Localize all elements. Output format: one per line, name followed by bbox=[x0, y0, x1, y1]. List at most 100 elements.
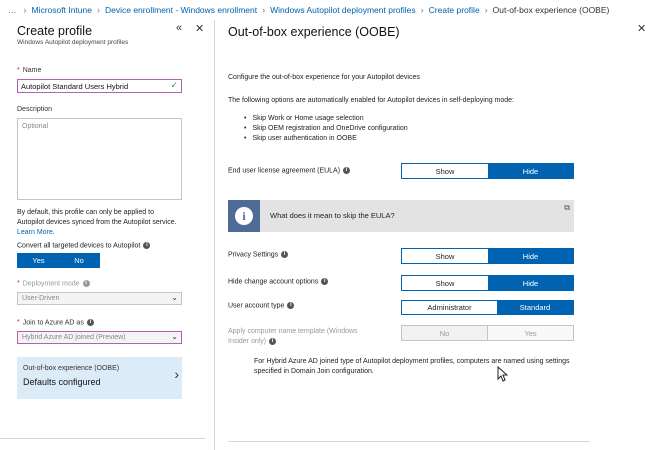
hide-change-account-toggle: Show Hide bbox=[401, 275, 574, 291]
oobe-item-title: Out-of-box experience (OOBE) bbox=[23, 365, 120, 372]
user-account-type-toggle: Administrator Standard bbox=[401, 300, 574, 315]
checkmark-icon: ✓ bbox=[170, 80, 178, 90]
eula-label-text: End user license agreement (EULA) bbox=[228, 167, 341, 175]
autopilot-info-body: By default, this profile can only be app… bbox=[17, 209, 177, 226]
info-icon[interactable]: i bbox=[82, 280, 90, 287]
hide-change-account-label-text: Hide change account options bbox=[228, 278, 319, 286]
info-icon[interactable]: i bbox=[287, 302, 295, 309]
privacy-show-option[interactable]: Show bbox=[402, 249, 488, 263]
deployment-mode-value: User-Driven bbox=[22, 295, 60, 302]
name-field[interactable]: Autopilot Standard Users Hybrid ✓ bbox=[17, 79, 182, 93]
required-marker: * bbox=[17, 319, 20, 327]
eula-show-option[interactable]: Show bbox=[402, 164, 488, 178]
info-icon: i bbox=[228, 200, 260, 232]
standard-option[interactable]: Standard bbox=[497, 301, 573, 314]
eula-hide-option[interactable]: Hide bbox=[488, 164, 573, 178]
administrator-option[interactable]: Administrator bbox=[402, 301, 497, 314]
breadcrumb-device-enrollment[interactable]: Device enrollment - Windows enrollment bbox=[105, 5, 257, 15]
eula-info-banner[interactable]: i What does it mean to skip the EULA? ⧉ bbox=[228, 200, 574, 232]
name-field-value: Autopilot Standard Users Hybrid bbox=[21, 82, 129, 91]
breadcrumb-current: Out-of-box experience (OOBE) bbox=[492, 5, 610, 15]
info-icon[interactable]: i bbox=[343, 167, 351, 174]
deployment-mode-label: * Deployment mode i bbox=[17, 280, 90, 287]
close-icon[interactable]: ✕ bbox=[195, 22, 204, 35]
join-label: * Join to Azure AD as i bbox=[17, 319, 94, 326]
info-icon[interactable]: i bbox=[281, 251, 289, 258]
privacy-hide-option[interactable]: Hide bbox=[488, 249, 573, 263]
blade-title: Create profile bbox=[17, 24, 93, 38]
oobe-item-value: Defaults configured bbox=[23, 377, 101, 387]
required-marker: * bbox=[17, 280, 20, 288]
eula-label: End user license agreement (EULA) i bbox=[228, 167, 351, 175]
computer-name-template-label: Apply computer name template (Windows In… bbox=[228, 327, 358, 347]
auto-enabled-list: Skip Work or Home usage selection Skip O… bbox=[244, 114, 408, 144]
join-value: Hybrid Azure AD joined (Preview) bbox=[22, 334, 126, 341]
blade-subtitle: Windows Autopilot deployment profiles bbox=[17, 39, 129, 46]
privacy-label-text: Privacy Settings bbox=[228, 251, 279, 259]
breadcrumb-autopilot-profiles[interactable]: Windows Autopilot deployment profiles bbox=[270, 5, 416, 15]
breadcrumb: … › Microsoft Intune › Device enrollment… bbox=[0, 0, 652, 20]
text-cursor-icon bbox=[497, 366, 508, 382]
breadcrumb-separator: › bbox=[484, 5, 488, 15]
join-label-text: Join to Azure AD as bbox=[22, 319, 84, 327]
convert-label-text: Convert all targeted devices to Autopilo… bbox=[17, 242, 141, 250]
user-account-type-label-text: User account type bbox=[228, 302, 285, 310]
chevron-down-icon: ⌄ bbox=[171, 332, 178, 341]
chevron-right-icon: › bbox=[174, 366, 179, 382]
deployment-mode-label-text: Deployment mode bbox=[22, 280, 80, 288]
breadcrumb-separator: › bbox=[262, 5, 266, 15]
breadcrumb-separator: › bbox=[23, 5, 27, 15]
breadcrumb-separator: › bbox=[420, 5, 424, 15]
convert-no-option[interactable]: No bbox=[59, 254, 99, 267]
join-select[interactable]: Hybrid Azure AD joined (Preview) ⌄ bbox=[17, 331, 182, 344]
info-icon-glyph: i bbox=[235, 207, 253, 225]
oobe-blade-title: Out-of-box experience (OOBE) bbox=[228, 25, 400, 39]
list-item: Skip Work or Home usage selection bbox=[244, 114, 408, 124]
privacy-label: Privacy Settings i bbox=[228, 251, 289, 259]
hide-change-show-option[interactable]: Show bbox=[402, 276, 488, 290]
info-icon[interactable]: i bbox=[86, 319, 94, 326]
divider bbox=[228, 441, 590, 442]
computer-name-no-option: No bbox=[402, 326, 488, 340]
info-icon[interactable]: i bbox=[269, 337, 277, 345]
computer-name-yes-option: Yes bbox=[488, 326, 573, 340]
learn-more-link[interactable]: Learn More. bbox=[17, 229, 55, 236]
convert-toggle: Yes No bbox=[17, 253, 100, 268]
description-placeholder: Optional bbox=[22, 123, 49, 130]
computer-name-template-toggle: No Yes bbox=[401, 325, 574, 341]
external-link-icon: ⧉ bbox=[564, 203, 570, 212]
breadcrumb-separator: › bbox=[96, 5, 100, 15]
close-icon[interactable]: ✕ bbox=[637, 22, 646, 35]
hybrid-note: For Hybrid Azure AD joined type of Autop… bbox=[254, 358, 570, 375]
create-profile-blade: Create profile Windows Autopilot deploym… bbox=[0, 20, 215, 450]
info-icon[interactable]: i bbox=[321, 278, 329, 285]
user-account-type-label: User account type i bbox=[228, 302, 295, 310]
chevron-down-icon: ⌄ bbox=[171, 293, 178, 302]
eula-banner-text: What does it mean to skip the EULA? bbox=[270, 211, 395, 220]
eula-toggle: Show Hide bbox=[401, 163, 574, 179]
oobe-intro: Configure the out-of-box experience for … bbox=[228, 74, 420, 81]
computer-name-label-line1: Apply computer name template (Windows bbox=[228, 328, 358, 335]
list-item: Skip OEM registration and OneDrive confi… bbox=[244, 124, 407, 134]
collapse-icon[interactable]: « bbox=[176, 22, 182, 34]
breadcrumb-create-profile[interactable]: Create profile bbox=[429, 5, 480, 15]
computer-name-label-line2: Insider only) bbox=[228, 338, 267, 345]
deployment-mode-select[interactable]: User-Driven ⌄ bbox=[17, 292, 182, 305]
oobe-blade: Out-of-box experience (OOBE) ✕ Configure… bbox=[216, 20, 652, 450]
description-label: Description bbox=[17, 106, 53, 113]
name-label-text: Name bbox=[22, 67, 42, 74]
convert-label: Convert all targeted devices to Autopilo… bbox=[17, 242, 151, 250]
convert-yes-option[interactable]: Yes bbox=[18, 254, 59, 267]
list-item: Skip user authentication in OOBE bbox=[244, 134, 408, 144]
info-icon[interactable]: i bbox=[143, 242, 151, 249]
hide-change-hide-option[interactable]: Hide bbox=[488, 276, 573, 290]
autopilot-info-text: By default, this profile can only be app… bbox=[17, 208, 182, 238]
self-deploying-note: The following options are automatically … bbox=[228, 97, 515, 104]
description-field[interactable]: Optional bbox=[17, 118, 182, 200]
oobe-settings-item[interactable]: Out-of-box experience (OOBE) Defaults co… bbox=[17, 357, 182, 399]
divider bbox=[0, 438, 205, 439]
breadcrumb-microsoft-intune[interactable]: Microsoft Intune bbox=[32, 5, 92, 15]
required-marker: * bbox=[17, 67, 20, 74]
name-label: * Name bbox=[17, 67, 41, 74]
breadcrumb-ellipsis[interactable]: … bbox=[8, 5, 17, 15]
